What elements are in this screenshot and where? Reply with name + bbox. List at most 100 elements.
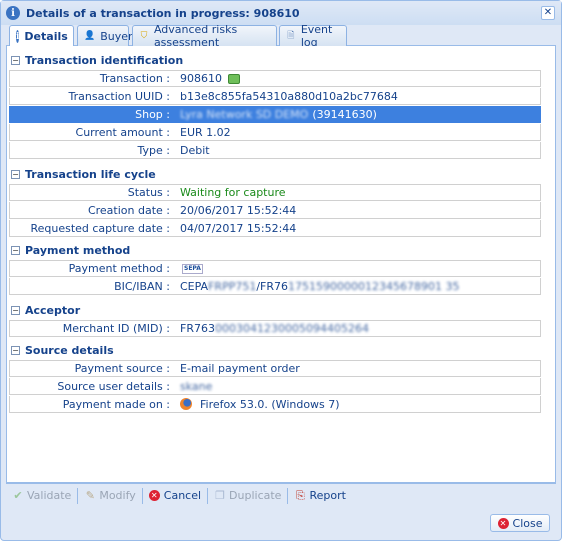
field-current-amount: Current amount : EUR 1.02: [9, 124, 541, 141]
field-label: Source user details :: [57, 379, 170, 393]
field-payment-method: Payment method : SEPA: [9, 260, 541, 277]
field-label: Shop :: [135, 107, 170, 121]
edit-icon: ✎: [85, 489, 95, 502]
field-value: 04/07/2017 15:52:44: [180, 221, 297, 235]
validate-label: Validate: [27, 489, 72, 502]
duplicate-button[interactable]: ❐ Duplicate: [211, 487, 284, 505]
field-requested-capture-date: Requested capture date : 04/07/2017 15:5…: [9, 220, 541, 237]
info-icon: i: [16, 30, 20, 43]
field-shop[interactable]: Shop : Lyra Network SD DEMO (39141630): [9, 106, 541, 123]
section-acceptor[interactable]: − Acceptor: [9, 302, 553, 318]
transaction-number: 908610: [180, 72, 222, 85]
field-label: Type :: [137, 143, 170, 157]
section-source-details[interactable]: − Source details: [9, 342, 553, 358]
cancel-label: Cancel: [163, 489, 202, 502]
shop-name: Lyra Network SD DEMO: [180, 107, 309, 121]
field-bic-iban: BIC/IBAN : CEPA FRPP751 /FR76 1751590000…: [9, 278, 541, 295]
window-title: Details of a transaction in progress: 90…: [26, 6, 300, 20]
firefox-icon: [180, 398, 192, 410]
field-value: 20/06/2017 15:52:44: [180, 203, 297, 217]
shop-id: (39141630): [312, 107, 377, 121]
field-value: Firefox 53.0. (Windows 7): [176, 398, 340, 411]
field-transaction: Transaction : 908610: [9, 70, 541, 87]
field-source-user-details: Source user details : skane: [9, 378, 541, 395]
field-label: Creation date :: [87, 203, 170, 217]
close-button[interactable]: ✕ Close: [490, 514, 550, 532]
bic-masked: FRPP751: [208, 279, 257, 293]
field-value: FR763 0003041230005094405264: [176, 322, 369, 335]
collapse-icon[interactable]: −: [11, 169, 20, 179]
field-label: Requested capture date :: [30, 221, 170, 235]
field-label: Payment method :: [68, 262, 170, 275]
collapse-icon[interactable]: −: [11, 345, 20, 355]
section-title: Source details: [25, 343, 114, 357]
details-panel: − Transaction identification Transaction…: [6, 46, 556, 483]
toolbar-separator: [207, 487, 209, 504]
duplicate-label: Duplicate: [229, 489, 282, 502]
modify-label: Modify: [99, 489, 136, 502]
field-payment-made-on: Payment made on : Firefox 53.0. (Windows…: [9, 396, 541, 413]
field-value: Debit: [180, 143, 210, 157]
sepa-icon: SEPA: [182, 263, 203, 274]
iban-prefix: /FR76: [256, 279, 289, 293]
modify-button[interactable]: ✎ Modify: [81, 487, 138, 505]
validate-button[interactable]: ✔ Validate: [9, 487, 74, 505]
field-label: BIC/IBAN :: [114, 279, 170, 293]
tab-details[interactable]: i Details: [9, 25, 74, 47]
field-payment-source: Payment source : E-mail payment order: [9, 360, 541, 377]
section-transaction-identification[interactable]: − Transaction identification: [9, 52, 553, 68]
field-label: Payment source :: [74, 362, 170, 375]
field-status: Status : Waiting for capture: [9, 184, 541, 201]
field-label: Transaction UUID :: [68, 89, 170, 103]
field-value: Lyra Network SD DEMO (39141630): [176, 108, 377, 121]
browser-info: Firefox 53.0. (Windows 7): [200, 397, 340, 411]
field-label: Status :: [127, 186, 170, 199]
field-type: Type : Debit: [9, 142, 541, 159]
bic-prefix: CEPA: [180, 279, 209, 293]
info-icon: i: [6, 6, 20, 20]
section-transaction-life-cycle[interactable]: − Transaction life cycle: [9, 166, 553, 182]
tab-details-label: Details: [24, 30, 68, 43]
field-value: EUR 1.02: [180, 125, 231, 139]
mid-masked: 0003041230005094405264: [214, 322, 369, 335]
cancel-button[interactable]: ✕ Cancel: [146, 487, 204, 505]
field-creation-date: Creation date : 20/06/2017 15:52:44: [9, 202, 541, 219]
user-icon: 👤: [84, 31, 96, 41]
tab-advanced-risks[interactable]: ⛉ Advanced risks assessment: [132, 23, 277, 49]
tab-buyer-label: Buyer: [100, 29, 133, 43]
tab-event-log[interactable]: 🗎 Event log: [279, 23, 347, 49]
close-label: Close: [512, 516, 543, 530]
toolbar-separator: [141, 487, 143, 504]
field-value: b13e8c855fa54310a880d10a2bc77684: [180, 89, 398, 103]
field-value: SEPA: [176, 263, 203, 274]
iban-masked: 1751590000012345678901 35: [288, 279, 460, 293]
window-titlebar: i Details of a transaction in progress: …: [1, 1, 561, 25]
tab-buyer[interactable]: 👤 Buyer: [77, 25, 133, 46]
field-value: CEPA FRPP751 /FR76 175159000001234567890…: [176, 280, 459, 293]
field-value: skane: [180, 379, 213, 393]
field-label: Current amount :: [75, 125, 170, 139]
collapse-icon[interactable]: −: [11, 55, 20, 65]
field-label: Payment made on :: [62, 397, 170, 411]
status-value: Waiting for capture: [180, 186, 286, 199]
section-title: Payment method: [25, 243, 131, 257]
report-button[interactable]: ⎘ Report: [291, 487, 348, 505]
window-close-icon[interactable]: ✕: [541, 6, 555, 20]
collapse-icon[interactable]: −: [11, 245, 20, 255]
action-toolbar: ✔ Validate ✎ Modify ✕ Cancel ❐ Duplicate…: [6, 483, 556, 507]
pdf-icon: ⎘: [296, 488, 305, 502]
close-icon: ✕: [497, 517, 509, 529]
collapse-icon[interactable]: −: [11, 305, 20, 315]
section-title: Transaction identification: [25, 53, 184, 67]
duplicate-icon: ❐: [215, 489, 225, 502]
section-title: Transaction life cycle: [25, 167, 156, 181]
toolbar-separator: [77, 487, 79, 504]
field-value: E-mail payment order: [180, 362, 300, 375]
shield-icon: ⛉: [140, 31, 148, 41]
window-footer: ✕ Close: [6, 508, 556, 538]
mid-prefix: FR763: [180, 322, 215, 335]
field-value: 908610: [176, 72, 240, 85]
section-payment-method[interactable]: − Payment method: [9, 242, 553, 258]
check-icon: ✔: [13, 489, 23, 502]
report-label: Report: [309, 489, 346, 502]
